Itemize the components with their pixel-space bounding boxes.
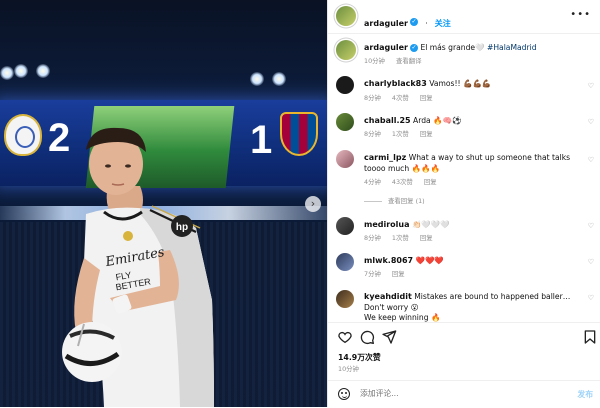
post-button[interactable]: 发布 — [577, 389, 593, 400]
follow-button[interactable]: 关注 — [435, 19, 451, 28]
post-header: ardaguler ✓ · 关注 ••• — [328, 0, 600, 34]
comment-icon[interactable] — [359, 329, 375, 345]
comment-likes[interactable]: 1次赞 — [392, 234, 409, 242]
comment-text: Arda 🔥🧠⚽ — [413, 116, 462, 125]
bookmark-icon[interactable] — [582, 329, 598, 345]
comment-like-heart-icon[interactable]: ♡ — [588, 82, 594, 90]
comment-text: ❤️❤️❤️ — [415, 256, 444, 265]
comment-item: chaball.25 Arda 🔥🧠⚽ — [364, 115, 584, 126]
comment-item: carmi_lpz What a way to shut up someone … — [364, 152, 584, 174]
comment-item: kyeahdidit Mistakes are bound to happene… — [364, 291, 586, 313]
verified-badge-icon: ✓ — [410, 44, 419, 52]
comment-username[interactable]: medirolua — [364, 220, 410, 229]
comment-item: medirolua 👏🏻🤍🤍🤍 — [364, 219, 584, 230]
comment-input[interactable] — [360, 389, 540, 398]
comment-avatar[interactable] — [336, 150, 354, 168]
next-slide-icon[interactable]: › — [305, 196, 321, 212]
comment-meta: 8分钟 1次赞 回复 — [364, 129, 442, 138]
comment-avatar[interactable] — [336, 290, 354, 308]
post-side-panel: ardaguler ✓ · 关注 ••• ardaguler ✓ El más gr… — [327, 0, 600, 407]
comment-time: 8分钟 — [364, 234, 381, 242]
reply-button[interactable]: 回复 — [420, 94, 433, 102]
author-username[interactable]: ardaguler — [364, 19, 408, 28]
caption-avatar[interactable] — [336, 40, 356, 60]
comment-meta: 4分钟 43次赞 回复 — [364, 177, 446, 186]
caption: ardaguler ✓ El más grande🤍 #HalaMadrid — [364, 42, 584, 53]
caption-text: El más grande🤍 — [420, 43, 485, 52]
comment-username[interactable]: carmi_lpz — [364, 153, 406, 162]
comment-time: 4分钟 — [364, 178, 381, 186]
comment-username[interactable]: charlyblack83 — [364, 79, 427, 88]
comment-meta: 8分钟 4次赞 回复 — [364, 93, 442, 102]
comment-avatar[interactable] — [336, 113, 354, 131]
player-figure: hp Emirates FLY BETTER — [62, 127, 214, 407]
reply-button[interactable]: 回复 — [392, 270, 405, 278]
author-avatar[interactable] — [336, 6, 356, 26]
comment-like-heart-icon[interactable]: ♡ — [588, 222, 594, 230]
post-photo[interactable]: 2 1 hp Emirates FLY BETTER › — [0, 0, 327, 407]
comment-meta: 7分钟 回复 — [364, 269, 414, 278]
view-replies-button[interactable]: 查看回复 (1) — [364, 196, 425, 205]
comment-likes[interactable]: 43次赞 — [392, 178, 413, 186]
comment-item: charlyblack83 Vamos!! 💪🏾💪🏾💪🏾 — [364, 78, 584, 89]
translate-link[interactable]: 查看翻译 — [396, 57, 422, 65]
comment-username[interactable]: kyeahdidit — [364, 292, 412, 301]
heart-icon[interactable] — [337, 329, 353, 345]
comment-likes[interactable]: 4次赞 — [392, 94, 409, 102]
svg-text:hp: hp — [176, 222, 188, 233]
comment-avatar[interactable] — [336, 253, 354, 271]
verified-badge-icon: ✓ — [410, 17, 419, 26]
comment-bar: 发布 — [328, 380, 600, 408]
hashtag-link[interactable]: #HalaMadrid — [487, 43, 537, 52]
comment-like-heart-icon[interactable]: ♡ — [588, 156, 594, 164]
caption-time: 10分钟 — [364, 57, 385, 65]
comment-likes[interactable]: 1次赞 — [392, 130, 409, 138]
comment-item: mlwk.8067 ❤️❤️❤️ — [364, 255, 584, 266]
comment-username[interactable]: mlwk.8067 — [364, 256, 413, 265]
caption-username[interactable]: ardaguler — [364, 43, 408, 52]
share-icon[interactable] — [381, 329, 397, 345]
more-options-icon[interactable]: ••• — [570, 9, 591, 20]
reply-button[interactable]: 回复 — [420, 234, 433, 242]
emoji-icon[interactable] — [338, 388, 350, 400]
comment-meta: 8分钟 1次赞 回复 — [364, 233, 442, 242]
comment-like-heart-icon[interactable]: ♡ — [588, 258, 594, 266]
post-time: 10分钟 — [338, 365, 359, 373]
comment-text: 👏🏻🤍🤍🤍 — [411, 220, 450, 229]
comment-like-heart-icon[interactable]: ♡ — [588, 294, 594, 302]
comment-like-heart-icon[interactable]: ♡ — [588, 118, 594, 126]
comment-avatar[interactable] — [336, 217, 354, 235]
comment-username[interactable]: chaball.25 — [364, 116, 411, 125]
reply-button[interactable]: 回复 — [420, 130, 433, 138]
like-count[interactable]: 14.9万次赞 — [338, 352, 381, 363]
comment-time: 8分钟 — [364, 130, 381, 138]
caption-meta: 10分钟 查看翻译 — [364, 56, 431, 65]
divider — [328, 322, 600, 323]
comment-time: 8分钟 — [364, 94, 381, 102]
comment-avatar[interactable] — [336, 76, 354, 94]
comment-text: Vamos!! 💪🏾💪🏾💪🏾 — [429, 79, 492, 88]
comment-time: 7分钟 — [364, 270, 381, 278]
reply-button[interactable]: 回复 — [424, 178, 437, 186]
